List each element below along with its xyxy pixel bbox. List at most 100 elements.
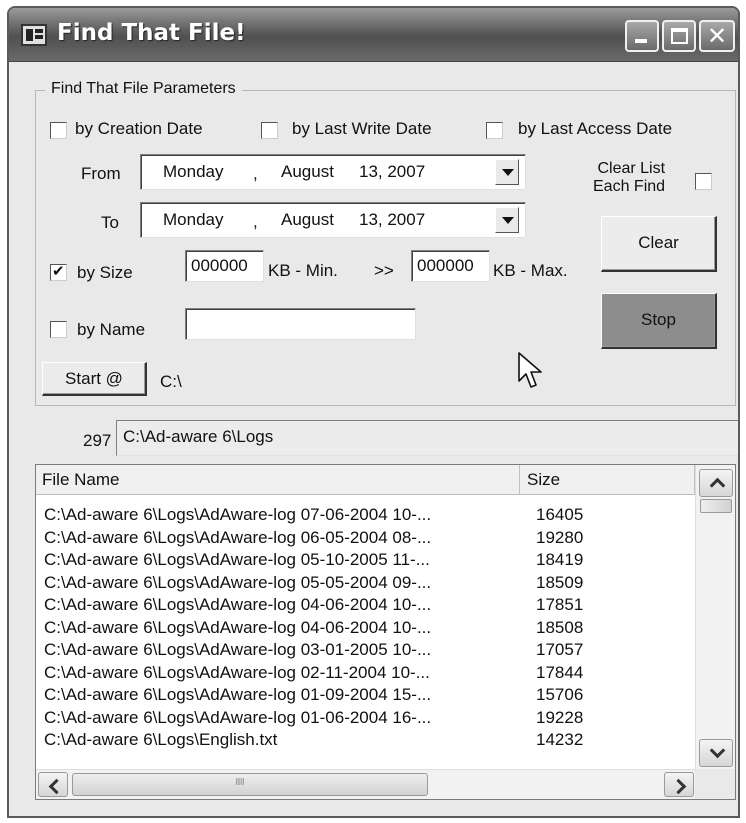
table-row[interactable]: C:\Ad-aware 6\Logs\AdAware-log 01-06-200… (44, 708, 694, 731)
to-day-year: 13, 2007 (359, 210, 426, 229)
to-date-picker[interactable]: Monday , August 13, 2007 (140, 202, 526, 238)
vertical-scroll-thumb[interactable] (700, 499, 732, 513)
by-size-checkbox[interactable] (50, 262, 67, 281)
mouse-pointer-icon (518, 352, 542, 388)
file-size-cell: 16405 (536, 505, 584, 524)
file-name-cell: C:\Ad-aware 6\Logs\AdAware-log 04-06-200… (44, 617, 432, 637)
size-arrow-label: >> (374, 261, 394, 280)
clear-list-checkbox[interactable] (695, 173, 712, 190)
file-name-cell: C:\Ad-aware 6\Logs\AdAware-log 05-10-200… (44, 550, 430, 569)
to-dropdown-button[interactable] (495, 207, 519, 233)
from-dropdown-button[interactable] (495, 159, 519, 185)
column-header-file-name[interactable]: File Name (36, 465, 520, 495)
max-size-unit-label: KB - Max. (493, 261, 568, 280)
title-bar[interactable]: Find That File! ✕ (9, 8, 738, 62)
results-list-header: File Name Size (36, 465, 695, 495)
minimize-button[interactable] (625, 20, 659, 52)
from-weekday: Monday (163, 162, 224, 181)
start-button[interactable]: Start @ (42, 362, 147, 396)
by-last-write-date-label: by Last Write Date (292, 119, 432, 138)
clear-list-label: Clear List Each Find (593, 160, 665, 196)
from-month: August (281, 162, 334, 181)
horizontal-scrollbar[interactable] (36, 769, 696, 799)
scrollbar-corner (695, 769, 735, 799)
scroll-right-button[interactable] (664, 772, 694, 797)
from-label: From (81, 164, 121, 183)
scroll-up-button[interactable] (699, 469, 733, 497)
current-path-display: C:\Ad-aware 6\Logs (116, 420, 738, 456)
from-separator: , (253, 164, 258, 183)
file-size-cell: 15706 (536, 685, 584, 704)
max-size-input[interactable]: 000000 (411, 250, 490, 282)
minimize-icon (635, 39, 647, 43)
max-size-value: 000000 (417, 256, 474, 275)
table-row[interactable]: C:\Ad-aware 6\Logs\AdAware-log 01-09-200… (44, 685, 694, 708)
file-count: 297 (83, 431, 112, 450)
file-name-cell: C:\Ad-aware 6\Logs\AdAware-log 06-05-200… (44, 527, 432, 547)
by-last-access-date-checkbox[interactable] (486, 122, 503, 139)
min-size-value: 000000 (191, 256, 248, 275)
file-size-cell: 18508 (536, 617, 584, 637)
file-name-cell: C:\Ad-aware 6\Logs\AdAware-log 04-06-200… (44, 595, 432, 614)
min-size-input[interactable]: 000000 (185, 250, 264, 282)
file-size-cell: 17851 (536, 595, 584, 614)
table-row[interactable]: C:\Ad-aware 6\Logs\English.txt 14232 (44, 730, 694, 753)
maximize-icon (671, 28, 688, 44)
file-name-cell: C:\Ad-aware 6\Logs\English.txt (44, 730, 278, 749)
clear-list-label-line2: Each Find (593, 178, 666, 195)
to-month: August (281, 210, 334, 229)
table-row[interactable]: C:\Ad-aware 6\Logs\AdAware-log 04-06-200… (44, 595, 694, 618)
table-row[interactable]: C:\Ad-aware 6\Logs\AdAware-log 06-05-200… (44, 528, 694, 551)
table-row[interactable]: C:\Ad-aware 6\Logs\AdAware-log 07-06-200… (44, 505, 694, 528)
from-day-year: 13, 2007 (359, 162, 426, 181)
parameters-group-label: Find That File Parameters (45, 80, 242, 98)
by-last-write-date-checkbox[interactable] (261, 122, 278, 139)
file-size-cell: 17057 (536, 640, 584, 659)
by-creation-date-checkbox[interactable] (50, 122, 67, 139)
clear-list-label-line1: Clear List (597, 160, 666, 177)
to-label: To (101, 213, 119, 232)
results-rows: C:\Ad-aware 6\Logs\AdAware-log 07-06-200… (44, 505, 694, 763)
window-title: Find That File! (57, 20, 246, 46)
by-size-label: by Size (77, 263, 133, 282)
scroll-left-button[interactable] (38, 772, 68, 797)
table-row[interactable]: C:\Ad-aware 6\Logs\AdAware-log 02-11-200… (44, 663, 694, 686)
file-size-cell: 18509 (536, 572, 584, 592)
file-size-cell: 18419 (536, 550, 584, 569)
from-date-picker[interactable]: Monday , August 13, 2007 (140, 154, 526, 190)
table-row[interactable]: C:\Ad-aware 6\Logs\AdAware-log 04-06-200… (44, 618, 694, 641)
by-last-access-date-label: by Last Access Date (518, 119, 673, 138)
vertical-scrollbar[interactable] (695, 465, 735, 771)
file-name-cell: C:\Ad-aware 6\Logs\AdAware-log 02-11-200… (44, 662, 430, 682)
start-path-label: C:\ (160, 372, 182, 391)
horizontal-scroll-thumb[interactable] (72, 773, 428, 796)
close-button[interactable]: ✕ (699, 20, 735, 52)
file-size-cell: 19280 (536, 527, 584, 547)
scroll-down-button[interactable] (699, 739, 733, 767)
stop-button[interactable]: Stop (601, 293, 717, 349)
close-icon: ✕ (706, 22, 728, 50)
results-list[interactable]: File Name Size C:\Ad-aware 6\Logs\AdAwar… (35, 464, 736, 800)
current-path-text: C:\Ad-aware 6\Logs (123, 427, 274, 446)
app-window: Find That File! ✕ Find That File Paramet… (7, 6, 740, 818)
table-row[interactable]: C:\Ad-aware 6\Logs\AdAware-log 05-10-200… (44, 550, 694, 573)
to-separator: , (253, 212, 258, 231)
file-name-cell: C:\Ad-aware 6\Logs\AdAware-log 03-01-200… (44, 640, 432, 659)
file-size-cell: 17844 (536, 662, 584, 682)
app-icon[interactable] (21, 24, 47, 46)
to-weekday: Monday (163, 210, 224, 229)
by-name-checkbox[interactable] (50, 321, 67, 338)
by-creation-date-label: by Creation Date (75, 119, 203, 138)
name-input[interactable] (185, 308, 416, 340)
table-row[interactable]: C:\Ad-aware 6\Logs\AdAware-log 05-05-200… (44, 573, 694, 596)
column-header-size[interactable]: Size (521, 465, 695, 495)
file-size-cell: 19228 (536, 707, 584, 727)
maximize-button[interactable] (662, 20, 696, 52)
file-size-cell: 14232 (536, 730, 584, 749)
min-size-unit-label: KB - Min. (268, 261, 338, 280)
table-row[interactable]: C:\Ad-aware 6\Logs\AdAware-log 03-01-200… (44, 640, 694, 663)
file-name-cell: C:\Ad-aware 6\Logs\AdAware-log 07-06-200… (44, 505, 432, 524)
file-name-cell: C:\Ad-aware 6\Logs\AdAware-log 05-05-200… (44, 572, 432, 592)
clear-button[interactable]: Clear (601, 216, 717, 272)
by-name-label: by Name (77, 320, 146, 339)
